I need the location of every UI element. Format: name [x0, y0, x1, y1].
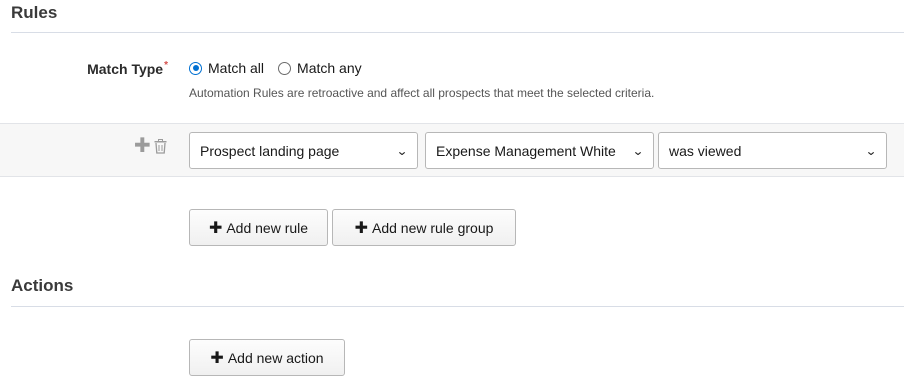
plus-icon[interactable]: ✚: [134, 136, 151, 156]
add-new-rule-button[interactable]: ✚ Add new rule: [189, 209, 328, 246]
add-new-action-label: Add new action: [227, 349, 324, 366]
chevron-down-icon: ⌄: [395, 143, 409, 158]
trash-icon[interactable]: [154, 138, 167, 154]
required-marker: *: [164, 60, 168, 71]
add-new-rule-label: Add new rule: [226, 219, 309, 236]
add-new-rule-group-button[interactable]: ✚ Add new rule group: [332, 209, 516, 246]
match-type-label: Match Type*: [0, 60, 168, 77]
operator-select[interactable]: was viewed ⌄: [658, 132, 887, 169]
plus-icon: ✚: [354, 219, 368, 237]
match-all-label[interactable]: Match all: [208, 60, 264, 76]
operator-select-value: was viewed: [669, 142, 742, 159]
plus-icon: ✚: [208, 219, 223, 237]
landing-page-select-value: Expense Management White: [436, 142, 616, 159]
chevron-down-icon: ⌄: [864, 143, 878, 158]
actions-divider: [11, 306, 904, 307]
add-new-action-button[interactable]: ✚ Add new action: [189, 339, 345, 376]
match-any-radio[interactable]: [278, 61, 292, 75]
match-type-radio-group: Match all Match any: [189, 60, 376, 76]
rule-type-select-value: Prospect landing page: [200, 142, 340, 159]
match-all-radio[interactable]: [189, 61, 202, 75]
add-new-rule-group-label: Add new rule group: [371, 219, 494, 236]
match-any-label[interactable]: Match any: [297, 60, 362, 76]
rules-divider: [11, 32, 904, 33]
rule-row-icons: ✚: [134, 136, 167, 156]
landing-page-select[interactable]: Expense Management White ⌄: [425, 132, 654, 169]
rule-type-select[interactable]: Prospect landing page ⌄: [189, 132, 418, 169]
match-type-label-text: Match Type: [87, 61, 164, 77]
rules-section-title: Rules: [11, 3, 58, 22]
match-type-help-text: Automation Rules are retroactive and aff…: [189, 86, 655, 100]
plus-icon: ✚: [210, 349, 224, 367]
chevron-down-icon: ⌄: [631, 143, 645, 158]
actions-section-title: Actions: [11, 276, 74, 295]
